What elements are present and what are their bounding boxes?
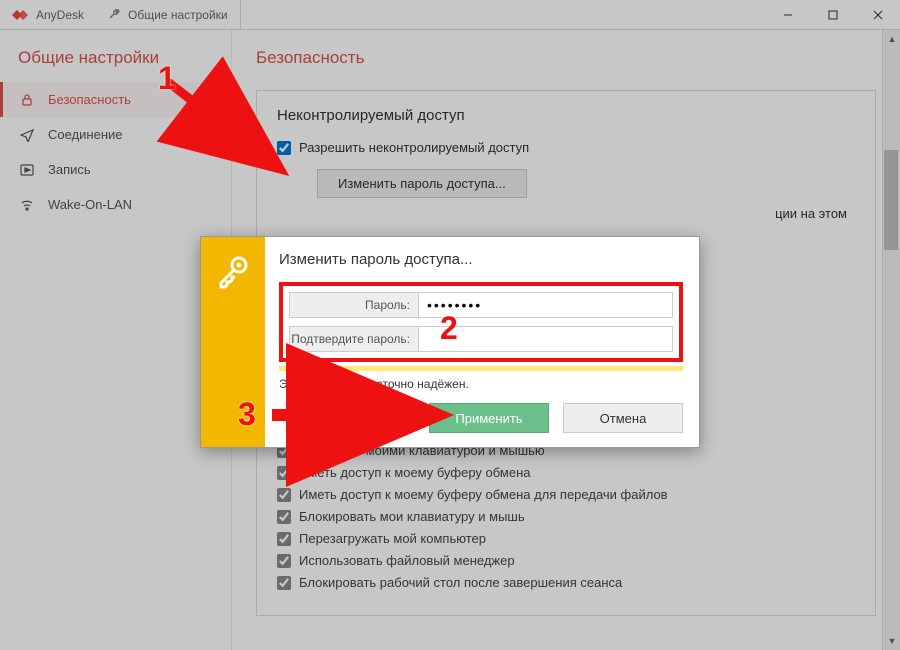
truncated-hint: ции на этом — [277, 206, 855, 221]
sidebar-item-recording[interactable]: Запись — [0, 152, 231, 187]
settings-tab[interactable]: Общие настройки — [96, 0, 241, 29]
scroll-down-arrow-icon[interactable]: ▼ — [883, 632, 900, 650]
sidebar-item-label: Wake-On-LAN — [48, 197, 132, 212]
dialog-title: Изменить пароль доступа... — [279, 251, 683, 268]
maximize-button[interactable] — [810, 0, 855, 29]
permission-label: Блокировать мои клавиатуру и мышь — [299, 509, 525, 524]
sidebar-item-wol[interactable]: Wake-On-LAN — [0, 187, 231, 222]
sidebar-item-label: Соединение — [48, 127, 123, 142]
sidebar-item-label: Безопасность — [48, 92, 131, 107]
password-label: Пароль: — [289, 292, 419, 318]
permission-checkbox[interactable] — [277, 576, 291, 590]
permission-checkbox[interactable] — [277, 532, 291, 546]
confirm-password-input[interactable] — [419, 326, 673, 352]
permission-item: Использовать файловый менеджер — [277, 553, 855, 568]
permission-item: Блокировать мои клавиатуру и мышь — [277, 509, 855, 524]
page-title: Безопасность — [256, 48, 876, 68]
app-tab[interactable]: AnyDesk — [0, 0, 96, 29]
cancel-button[interactable]: Отмена — [563, 403, 683, 433]
password-input[interactable] — [419, 292, 673, 318]
permission-label: Перезагружать мой компьютер — [299, 531, 486, 546]
section-title: Неконтролируемый доступ — [277, 107, 855, 124]
sidebar-item-label: Запись — [48, 162, 91, 177]
sidebar-heading: Общие настройки — [0, 48, 231, 82]
change-password-dialog: Изменить пароль доступа... Пароль: Подтв… — [200, 236, 700, 448]
title-bar: AnyDesk Общие настройки — [0, 0, 900, 30]
sidebar-item-connection[interactable]: Соединение — [0, 117, 231, 152]
password-strength-bar — [279, 366, 683, 371]
permission-label: Иметь доступ к моему буферу обмена — [299, 465, 530, 480]
permission-item: Иметь доступ к моему буферу обмена — [277, 465, 855, 480]
permission-label: Блокировать рабочий стол после завершени… — [299, 575, 622, 590]
permission-checkbox[interactable] — [277, 488, 291, 502]
app-name: AnyDesk — [36, 8, 84, 22]
vertical-scrollbar[interactable]: ▲ ▼ — [882, 30, 900, 650]
permission-checkbox[interactable] — [277, 554, 291, 568]
permission-label: Использовать файловый менеджер — [299, 553, 515, 568]
lock-icon — [18, 93, 36, 107]
scroll-up-arrow-icon[interactable]: ▲ — [883, 30, 900, 48]
change-password-button[interactable]: Изменить пароль доступа... — [317, 169, 527, 198]
permission-label: Иметь доступ к моему буферу обмена для п… — [299, 487, 668, 502]
allow-unattended-label: Разрешить неконтролируемый доступ — [299, 140, 529, 155]
permission-checkbox[interactable] — [277, 466, 291, 480]
apply-button[interactable]: Применить — [429, 403, 549, 433]
play-box-icon — [18, 163, 36, 177]
dialog-icon-column — [201, 237, 265, 447]
permission-checkbox[interactable] — [277, 510, 291, 524]
permission-item: Блокировать рабочий стол после завершени… — [277, 575, 855, 590]
key-icon — [215, 253, 251, 292]
anydesk-logo-icon — [12, 8, 30, 22]
permission-item: Перезагружать мой компьютер — [277, 531, 855, 546]
wifi-icon — [18, 198, 36, 212]
password-strength-text: Этот пароль достаточно надёжен. — [279, 377, 683, 391]
scroll-thumb[interactable] — [884, 150, 898, 250]
settings-tab-label: Общие настройки — [128, 8, 228, 22]
wrench-icon — [108, 6, 122, 23]
sidebar-item-security[interactable]: Безопасность — [0, 82, 231, 117]
close-button[interactable] — [855, 0, 900, 29]
allow-unattended-checkbox[interactable] — [277, 141, 291, 155]
confirm-password-label: Подтвердите пароль: — [289, 326, 419, 352]
sidebar: Общие настройки Безопасность Соединение … — [0, 30, 232, 650]
window-controls — [765, 0, 900, 29]
minimize-button[interactable] — [765, 0, 810, 29]
send-icon — [18, 128, 36, 142]
password-fields-highlight: Пароль: Подтвердите пароль: — [279, 282, 683, 362]
permission-item: Иметь доступ к моему буферу обмена для п… — [277, 487, 855, 502]
